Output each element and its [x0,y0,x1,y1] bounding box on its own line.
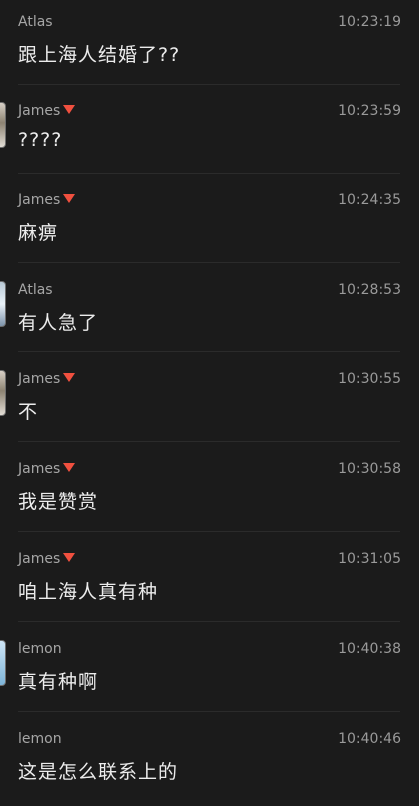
message-time: 10:23:59 [338,103,401,119]
message-text: 咱上海人真有种 [18,581,159,603]
message-time: 10:30:55 [338,371,401,387]
message-time: 10:40:46 [338,731,401,747]
message-text: 麻痹 [18,222,59,244]
message-divider [18,441,400,442]
sender-name-text: James [18,103,61,119]
red-down-triangle-icon [63,194,76,203]
message-item[interactable]: James 10:24:35 麻痹 [0,178,419,267]
sender-name-text: James [18,371,61,387]
message-item[interactable]: lemon 10:40:38 真有种啊 [0,627,419,716]
sender-name-text: James [18,192,61,208]
message-divider [18,173,400,174]
message-text: 有人急了 [18,312,99,334]
message-item[interactable]: James 10:23:59 ???? [0,89,419,178]
message-item[interactable]: James 10:30:55 不 [0,357,419,446]
message-divider [18,711,400,712]
sender-name: James [18,371,76,387]
message-text: 我是赞赏 [18,491,99,513]
message-text: 跟上海人结婚了?? [18,44,181,66]
sender-name-text: James [18,461,61,477]
sender-name: James [18,192,76,208]
chat-message-list[interactable]: Atlas 10:23:19 跟上海人结婚了?? James 10:23:59 … [0,0,419,800]
sender-name: Atlas [18,282,53,298]
message-text: 真有种啊 [18,671,99,693]
message-time: 10:24:35 [338,192,401,208]
message-item[interactable]: lemon 10:40:46 这是怎么联系上的 [0,717,419,806]
message-divider [18,531,400,532]
message-item[interactable]: James 10:30:58 我是赞赏 [0,447,419,536]
message-time: 10:30:58 [338,461,401,477]
message-divider [18,351,400,352]
sender-name: James [18,103,76,119]
message-item[interactable]: Atlas 10:23:19 跟上海人结婚了?? [0,0,419,89]
message-item[interactable]: James 10:31:05 咱上海人真有种 [0,537,419,626]
message-text: ???? [18,129,63,151]
message-text: 不 [18,401,39,423]
message-time: 10:40:38 [338,641,401,657]
sender-name-text: James [18,551,61,567]
message-time: 10:31:05 [338,551,401,567]
sender-name: Atlas [18,14,53,30]
red-down-triangle-icon [63,373,76,382]
message-time: 10:23:19 [338,14,401,30]
message-text: 这是怎么联系上的 [18,761,179,783]
sender-name: James [18,551,76,567]
message-divider [18,84,400,85]
message-time: 10:28:53 [338,282,401,298]
message-divider [18,262,400,263]
red-down-triangle-icon [63,553,76,562]
red-down-triangle-icon [63,463,76,472]
red-down-triangle-icon [63,105,76,114]
sender-name: lemon [18,641,62,657]
message-divider [18,621,400,622]
message-item[interactable]: Atlas 10:28:53 有人急了 [0,268,419,357]
sender-name: lemon [18,731,62,747]
sender-name: James [18,461,76,477]
